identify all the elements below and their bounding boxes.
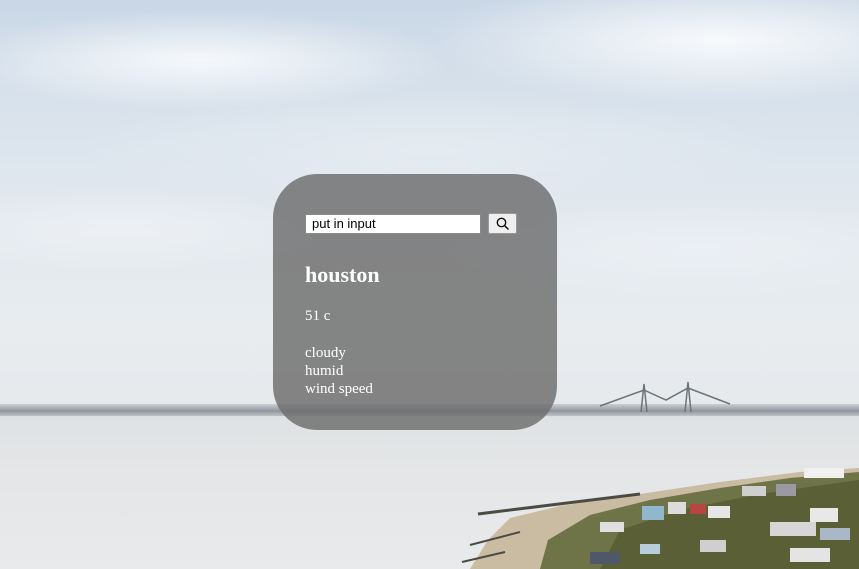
- condition-label: cloudy: [305, 345, 346, 361]
- temperature: 51 c: [305, 308, 331, 324]
- weather-card: houston 51 c cloudy humid wind speed: [273, 174, 557, 430]
- search-button[interactable]: [488, 213, 517, 234]
- search-icon: [496, 217, 509, 230]
- search-input[interactable]: [305, 213, 481, 234]
- search-bar: [305, 213, 517, 234]
- wind-speed-label: wind speed: [305, 381, 373, 397]
- weather-details: cloudy humid wind speed: [305, 344, 373, 398]
- humidity-label: humid: [305, 363, 344, 379]
- city-name: houston: [305, 262, 380, 287]
